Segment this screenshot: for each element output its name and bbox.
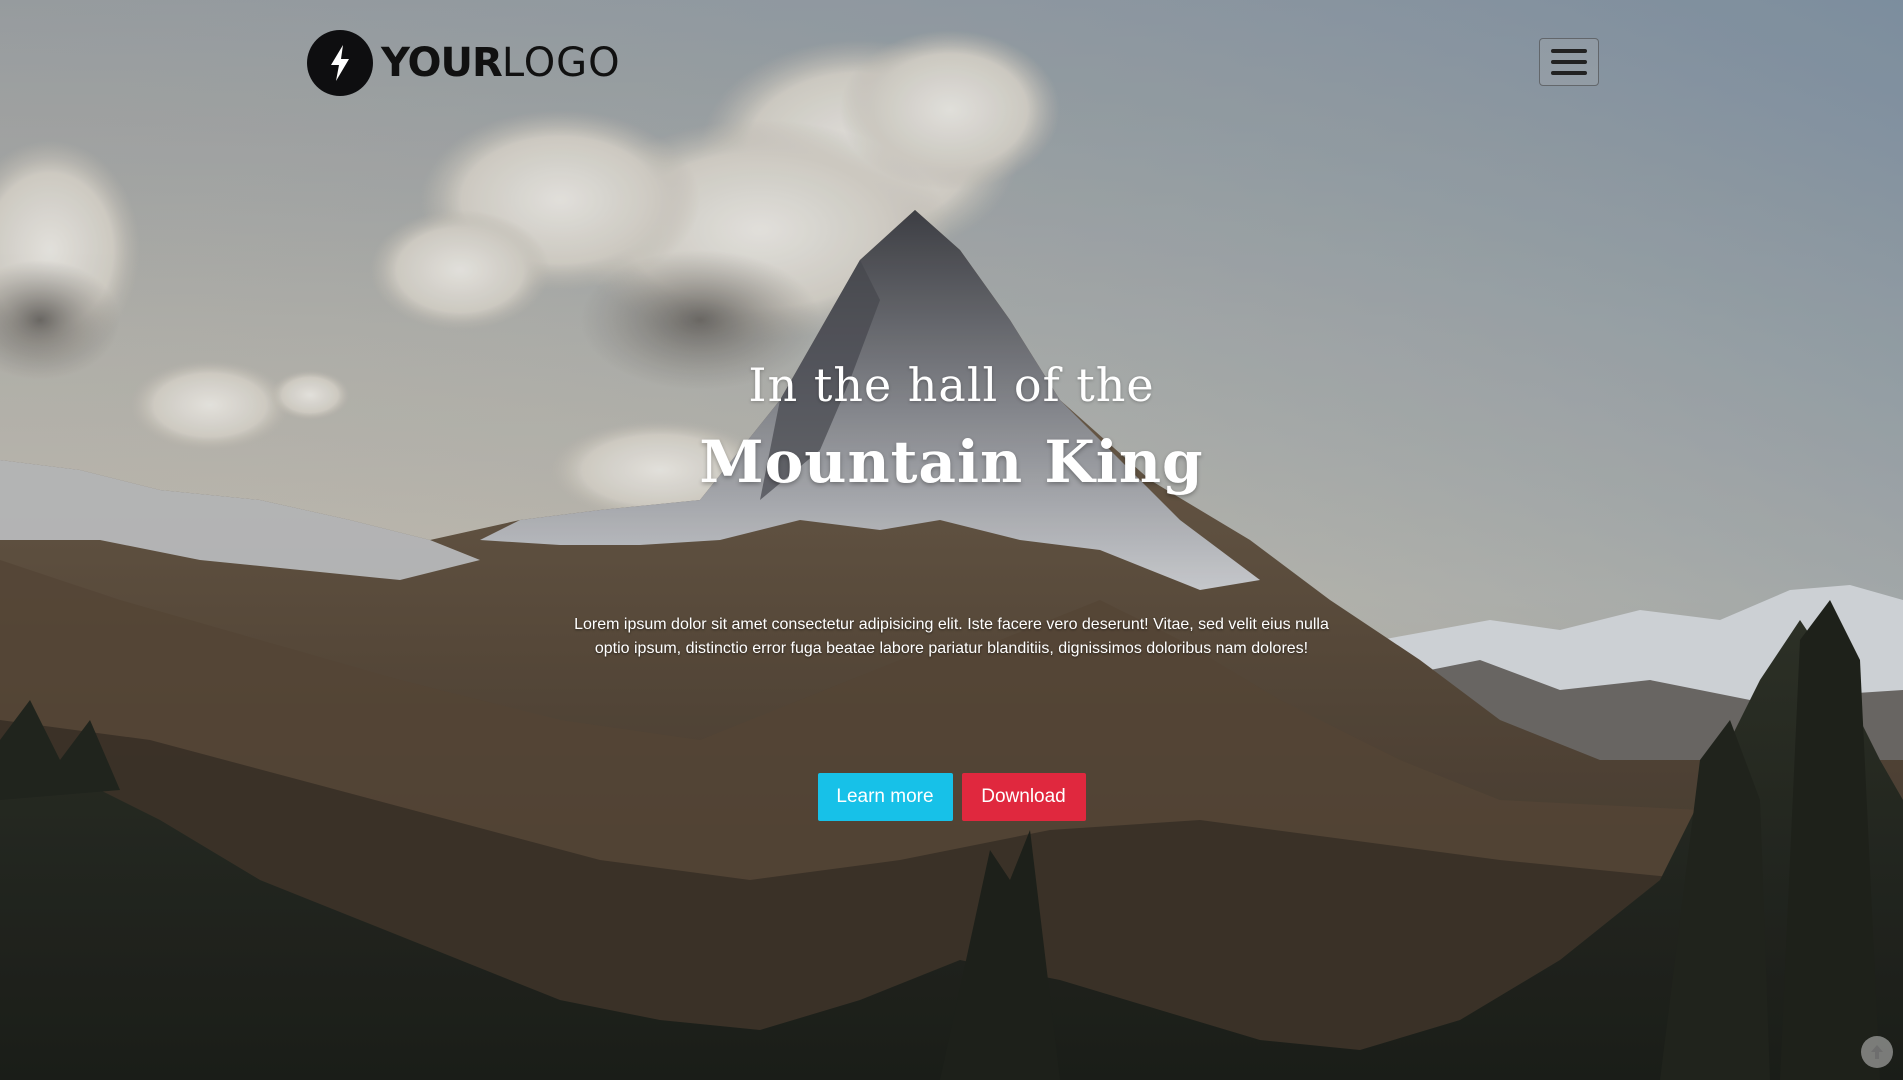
site-logo[interactable]: YOUR LOGO [307,30,621,96]
hamburger-menu-icon [1551,49,1587,53]
mountain-background-image [0,0,1903,1080]
hero-lead-text: Lorem ipsum dolor sit amet consectetur a… [574,616,1329,657]
arrow-up-circle-icon [1871,1045,1883,1059]
logo-text-light: LOGO [501,40,621,86]
scroll-to-top-button[interactable] [1861,1036,1893,1068]
learn-more-button[interactable]: Learn more [817,773,953,821]
hero-section: YOUR LOGO In the hall of the Mountain Ki… [0,0,1903,1080]
lightning-bolt-icon [307,30,373,96]
download-button[interactable]: Download [961,773,1086,821]
hamburger-menu-button[interactable] [1539,38,1599,86]
hero-headline-line2: Mountain King [699,428,1204,496]
hero-actions: Learn more Download [0,773,1903,821]
logo-text-bold: YOUR [381,40,503,86]
hamburger-menu-icon-bar [1551,60,1587,64]
hamburger-menu-icon-bar [1551,71,1587,75]
hero-headline-line1: In the hall of the [748,358,1155,412]
